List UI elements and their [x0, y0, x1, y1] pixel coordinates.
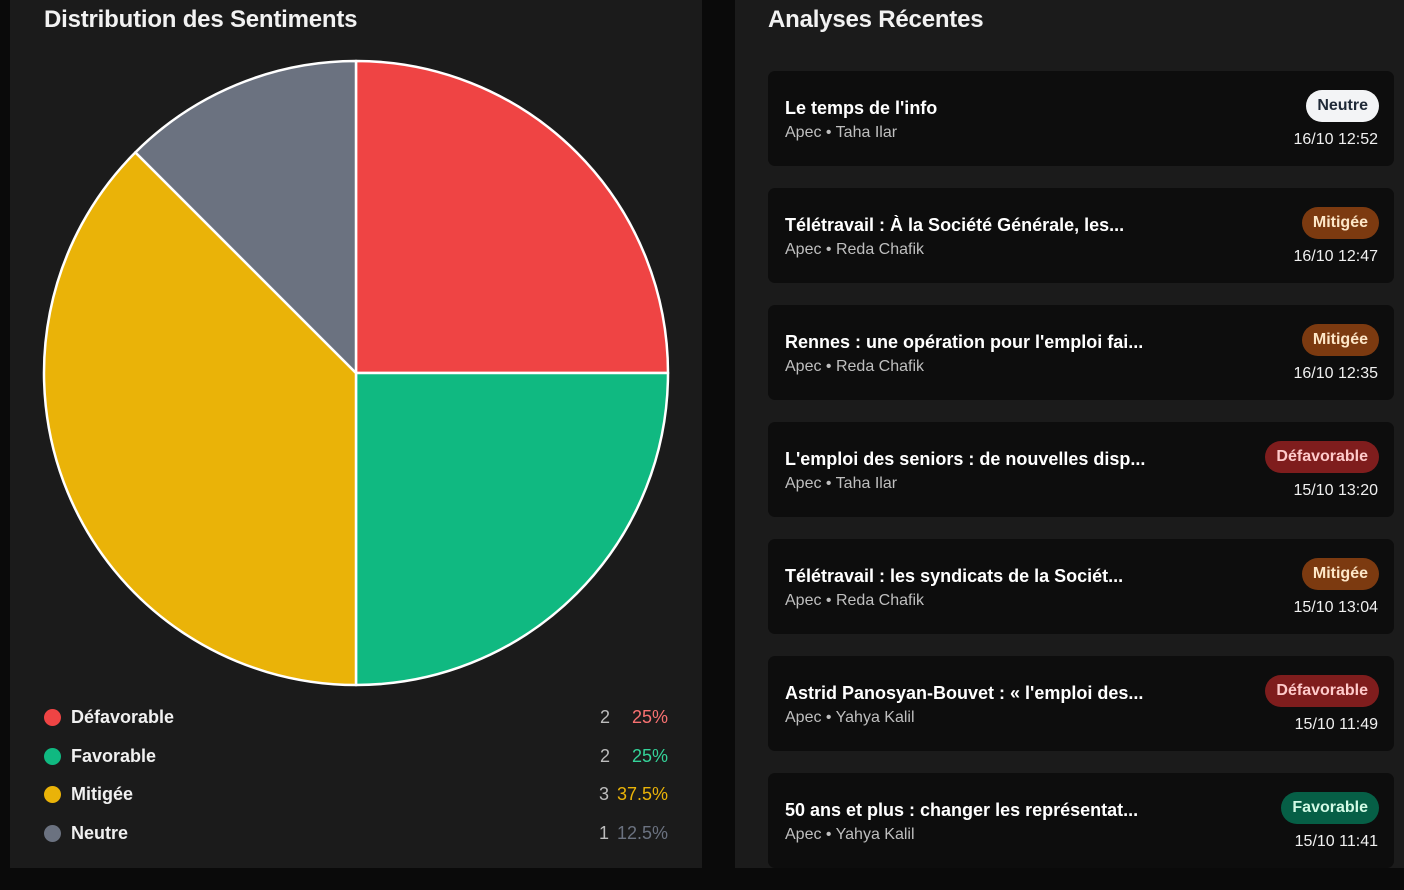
legend-dot	[44, 786, 61, 804]
legend-label: Favorable	[71, 745, 157, 766]
analysis-title: Rennes : une opération pour l'emploi fai…	[785, 332, 1144, 352]
legend-item-mitigee[interactable]: Mitigée 3 37.5%	[44, 775, 668, 814]
legend-item-neutre[interactable]: Neutre 1 12.5%	[44, 814, 668, 853]
panel-title: Analyses Récentes	[768, 6, 984, 33]
analysis-title: Le temps de l'info	[785, 98, 938, 118]
legend-percentage: 25%	[631, 706, 668, 727]
analysis-card[interactable]: 50 ans et plus : changer les représentat…	[768, 773, 1394, 868]
legend-count: 1	[598, 822, 609, 843]
sentiment-badge: Mitigée	[1301, 558, 1379, 590]
legend-label: Mitigée	[71, 784, 134, 805]
analysis-timestamp: 15/10 13:20	[1293, 482, 1378, 499]
analysis-title: Télétravail : les syndicats de la Sociét…	[785, 566, 1124, 586]
analysis-card[interactable]: Télétravail : les syndicats de la Sociét…	[768, 539, 1394, 634]
sentiment-distribution-panel: Distribution des Sentiments Défavorable …	[10, 0, 702, 868]
analysis-source-author: Apec • Reda Chafik	[785, 358, 925, 375]
legend-label: Défavorable	[71, 706, 175, 727]
legend-dot	[44, 708, 61, 726]
analysis-card[interactable]: Rennes : une opération pour l'emploi fai…	[768, 305, 1394, 400]
legend-label: Neutre	[71, 822, 129, 843]
analysis-title: L'emploi des seniors : de nouvelles disp…	[785, 449, 1146, 469]
sentiment-badge: Mitigée	[1301, 324, 1379, 356]
legend-count: 2	[599, 706, 610, 727]
analysis-title: 50 ans et plus : changer les représentat…	[785, 800, 1139, 820]
analysis-title: Télétravail : À la Société Générale, les…	[785, 215, 1125, 235]
sentiment-badge: Défavorable	[1265, 441, 1379, 473]
analysis-source-author: Apec • Yahya Kalil	[785, 826, 915, 843]
analysis-source-author: Apec • Reda Chafik	[785, 592, 925, 609]
sentiment-badge: Défavorable	[1265, 675, 1379, 707]
sentiment-badge: Mitigée	[1301, 207, 1379, 239]
sentiment-badge: Favorable	[1281, 792, 1379, 824]
analysis-source-author: Apec • Yahya Kalil	[785, 709, 915, 726]
analysis-timestamp: 16/10 12:47	[1293, 248, 1378, 265]
analysis-card[interactable]: L'emploi des seniors : de nouvelles disp…	[768, 422, 1394, 517]
analysis-timestamp: 16/10 12:35	[1293, 365, 1378, 382]
analysis-card[interactable]: Astrid Panosyan-Bouvet : « l'emploi des.…	[768, 656, 1394, 751]
analysis-timestamp: 16/10 12:52	[1293, 131, 1378, 148]
legend-dot	[44, 747, 61, 765]
analysis-timestamp: 15/10 13:04	[1293, 599, 1378, 616]
recent-analyses-panel: Analyses Récentes Le temps de l'info Ape…	[735, 0, 1404, 868]
pie-slice-favorable[interactable]	[354, 371, 670, 687]
analysis-list: Le temps de l'info Apec • Taha Ilar Neut…	[768, 71, 1394, 890]
legend-dot	[44, 824, 61, 842]
analysis-title: Astrid Panosyan-Bouvet : « l'emploi des.…	[785, 683, 1144, 703]
analysis-card[interactable]: Télétravail : À la Société Générale, les…	[768, 188, 1394, 283]
legend-percentage: 37.5%	[616, 784, 668, 805]
sentiment-pie-chart	[42, 59, 670, 687]
legend-percentage: 12.5%	[616, 822, 668, 843]
legend-count: 3	[598, 784, 609, 805]
legend-percentage: 25%	[631, 745, 668, 766]
pie-slice-defavorable[interactable]	[354, 59, 670, 375]
analysis-card[interactable]: Le temps de l'info Apec • Taha Ilar Neut…	[768, 71, 1394, 166]
analysis-timestamp: 15/10 11:49	[1294, 716, 1378, 733]
chart-legend: Défavorable 2 25% Favorable 2 25% Mitigé…	[44, 698, 668, 853]
analysis-timestamp: 15/10 11:41	[1294, 833, 1378, 850]
legend-item-defavorable[interactable]: Défavorable 2 25%	[44, 698, 668, 737]
legend-count: 2	[599, 745, 610, 766]
analysis-source-author: Apec • Taha Ilar	[785, 475, 898, 492]
sentiment-badge: Neutre	[1306, 90, 1379, 122]
legend-item-favorable[interactable]: Favorable 2 25%	[44, 737, 668, 776]
analysis-source-author: Apec • Taha Ilar	[785, 124, 898, 141]
analysis-source-author: Apec • Reda Chafik	[785, 241, 925, 258]
